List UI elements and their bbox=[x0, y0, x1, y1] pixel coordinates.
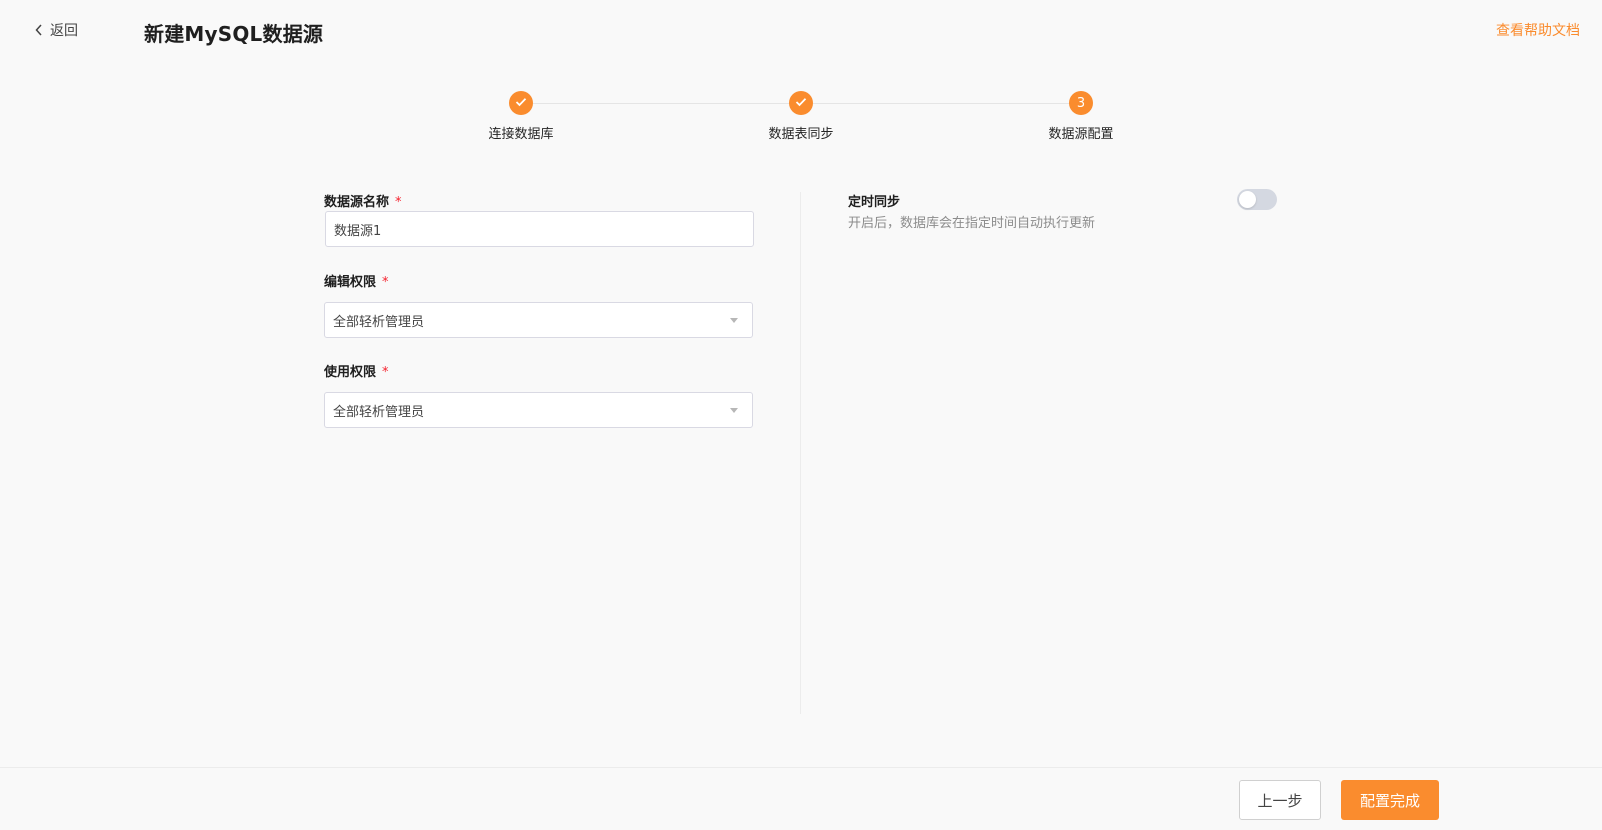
schedule-sync-description: 开启后，数据库会在指定时间自动执行更新 bbox=[848, 216, 1096, 231]
finish-config-button[interactable]: 配置完成 bbox=[1341, 780, 1439, 820]
step-label: 数据源配置 bbox=[1048, 127, 1114, 142]
field-label-text: 数据源名称 bbox=[324, 195, 390, 210]
field-label-text: 使用权限 bbox=[324, 365, 377, 380]
back-label: 返回 bbox=[50, 23, 78, 39]
select-value: 全部轻析管理员 bbox=[333, 314, 425, 330]
required-mark: * bbox=[382, 365, 389, 380]
step-table-sync: 数据表同步 bbox=[731, 91, 871, 142]
use-permission-label: 使用权限 * bbox=[324, 361, 389, 380]
datasource-name-input[interactable]: 数据源1 bbox=[325, 211, 754, 247]
back-button[interactable]: 返回 bbox=[34, 20, 78, 40]
step-label: 数据表同步 bbox=[768, 127, 834, 142]
footer-divider bbox=[0, 767, 1602, 768]
toggle-knob bbox=[1239, 191, 1256, 208]
step-connect-database: 连接数据库 bbox=[451, 91, 591, 142]
page-title: 新建MySQL数据源 bbox=[144, 22, 324, 46]
step-current-dot: 3 bbox=[1069, 91, 1093, 115]
help-doc-link[interactable]: 查看帮助文档 bbox=[1496, 20, 1580, 40]
step-datasource-config: 3 数据源配置 bbox=[1011, 91, 1151, 142]
schedule-sync-toggle[interactable] bbox=[1237, 189, 1277, 210]
check-icon bbox=[795, 96, 807, 111]
schedule-sync-title: 定时同步 bbox=[848, 195, 901, 210]
caret-down-icon bbox=[730, 317, 738, 323]
datasource-name-label: 数据源名称 * bbox=[324, 191, 402, 210]
step-label: 连接数据库 bbox=[488, 127, 554, 142]
required-mark: * bbox=[382, 275, 389, 290]
step-done-dot bbox=[789, 91, 813, 115]
input-value: 数据源1 bbox=[334, 223, 382, 239]
edit-permission-label: 编辑权限 * bbox=[324, 271, 389, 290]
caret-down-icon bbox=[730, 407, 738, 413]
page: 返回 新建MySQL数据源 查看帮助文档 连接数据库 数据表同步 3 数据源配置… bbox=[0, 0, 1602, 830]
use-permission-select[interactable]: 全部轻析管理员 bbox=[324, 392, 753, 428]
stepper: 连接数据库 数据表同步 3 数据源配置 bbox=[0, 91, 1602, 151]
panel-divider bbox=[800, 192, 801, 714]
check-icon bbox=[515, 96, 527, 111]
step-done-dot bbox=[509, 91, 533, 115]
field-label-text: 编辑权限 bbox=[324, 275, 377, 290]
required-mark: * bbox=[395, 195, 402, 210]
select-value: 全部轻析管理员 bbox=[333, 404, 425, 420]
prev-step-button[interactable]: 上一步 bbox=[1239, 780, 1321, 820]
edit-permission-select[interactable]: 全部轻析管理员 bbox=[324, 302, 753, 338]
chevron-left-icon bbox=[34, 23, 44, 37]
